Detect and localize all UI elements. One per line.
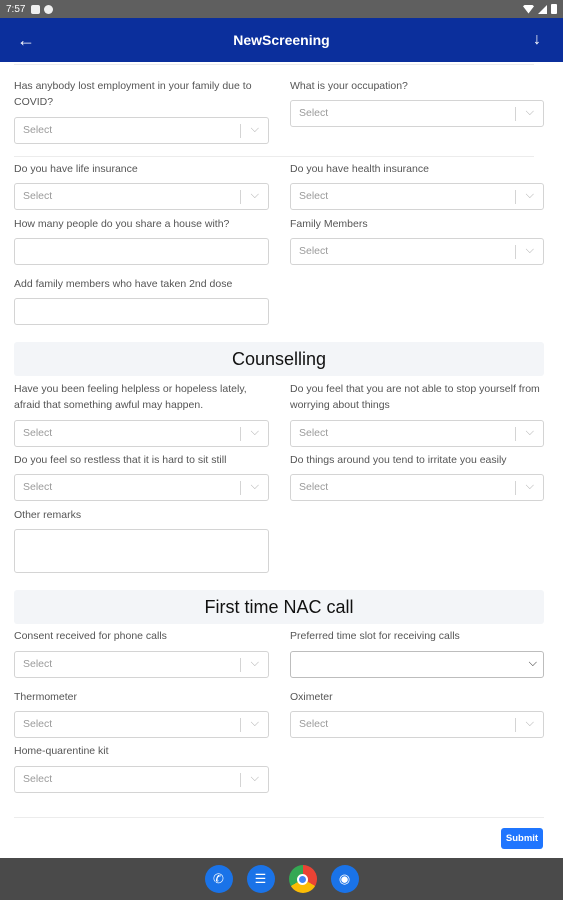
select-separator: [240, 481, 241, 495]
restless-label: Do you feel so restless that it is hard …: [14, 454, 227, 466]
chevron-down-icon: ⌵: [250, 123, 259, 135]
select-placeholder: Select: [23, 190, 53, 202]
time-slot-select[interactable]: ⌵: [290, 651, 544, 678]
select-placeholder: Select: [299, 245, 329, 257]
helpless-select[interactable]: Select ⌵: [14, 420, 269, 447]
life-insurance-label: Do you have life insurance: [14, 163, 138, 175]
chevron-down-icon: ⌵: [525, 244, 534, 256]
status-bar: 7:57: [0, 0, 563, 18]
occupation-label: What is your occupation?: [290, 80, 408, 92]
messages-app-icon[interactable]: ☰: [246, 865, 275, 893]
irritate-select[interactable]: Select ⌵: [290, 474, 544, 501]
irritate-label: Do things around you tend to irritate yo…: [290, 454, 507, 466]
signal-icon: [538, 4, 547, 14]
select-separator: [240, 718, 241, 732]
submit-button[interactable]: Submit: [501, 828, 543, 849]
chevron-down-icon: ⌵: [250, 480, 259, 492]
time-slot-label: Preferred time slot for receiving calls: [290, 630, 460, 642]
other-remarks-label: Other remarks: [14, 509, 82, 521]
select-separator: [515, 481, 516, 495]
thermometer-label: Thermometer: [14, 691, 78, 703]
share-house-input[interactable]: [14, 238, 269, 265]
navigation-dock: ✆ ☰ ◉: [0, 858, 563, 900]
select-placeholder: Select: [23, 481, 53, 493]
chevron-down-icon: ⌵: [250, 717, 259, 729]
select-separator: [515, 245, 516, 259]
back-arrow-icon[interactable]: ←: [14, 28, 38, 52]
select-placeholder: Select: [23, 718, 53, 730]
second-dose-label: Add family members who have taken 2nd do…: [14, 278, 233, 290]
select-placeholder: Select: [23, 658, 53, 670]
divider: [14, 64, 534, 65]
battery-icon: [551, 4, 557, 14]
worrying-select[interactable]: Select ⌵: [290, 420, 544, 447]
select-placeholder: Select: [299, 427, 329, 439]
other-remarks-textarea[interactable]: [14, 529, 269, 573]
page-title: NewScreening: [233, 32, 330, 48]
select-separator: [515, 190, 516, 204]
chevron-down-icon: ⌵: [250, 772, 259, 784]
home-kit-select[interactable]: Select ⌵: [14, 766, 269, 793]
select-separator: [240, 773, 241, 787]
select-separator: [240, 658, 241, 672]
divider: [14, 817, 544, 818]
consent-label: Consent received for phone calls: [14, 630, 167, 642]
phone-app-icon[interactable]: ✆: [204, 865, 233, 893]
wifi-icon: [523, 4, 534, 14]
select-placeholder: Select: [23, 773, 53, 785]
oximeter-select[interactable]: Select ⌵: [290, 711, 544, 738]
occupation-select[interactable]: Select ⌵: [290, 100, 544, 127]
select-separator: [515, 427, 516, 441]
thermometer-select[interactable]: Select ⌵: [14, 711, 269, 738]
select-separator: [240, 124, 241, 138]
home-kit-label: Home-quarentine kit: [14, 745, 109, 757]
message-notification-icon: [44, 4, 54, 14]
lost-employment-label: Has anybody lost employment in your fami…: [14, 80, 252, 108]
select-placeholder: Select: [299, 190, 329, 202]
family-members-label: Family Members: [290, 218, 368, 230]
consent-select[interactable]: Select ⌵: [14, 651, 269, 678]
download-arrow-icon[interactable]: ↓: [525, 28, 549, 52]
chevron-down-icon: ⌵: [528, 657, 537, 669]
app-bar: ← NewScreening ↓: [0, 18, 563, 62]
select-placeholder: Select: [299, 481, 329, 493]
select-placeholder: Select: [299, 107, 329, 119]
chevron-down-icon: ⌵: [525, 189, 534, 201]
camera-app-icon[interactable]: ◉: [330, 865, 359, 893]
divider: [14, 156, 534, 157]
health-insurance-label: Do you have health insurance: [290, 163, 429, 175]
chevron-down-icon: ⌵: [250, 657, 259, 669]
section-heading-counselling: Counselling: [14, 342, 544, 376]
select-placeholder: Select: [23, 427, 53, 439]
section-heading-nac-call: First time NAC call: [14, 590, 544, 624]
chevron-down-icon: ⌵: [525, 480, 534, 492]
chevron-down-icon: ⌵: [250, 189, 259, 201]
helpless-label: Have you been feeling helpless or hopele…: [14, 383, 247, 411]
lost-employment-select[interactable]: Select ⌵: [14, 117, 269, 144]
status-time: 7:57: [6, 3, 26, 15]
select-separator: [240, 190, 241, 204]
family-members-select[interactable]: Select ⌵: [290, 238, 544, 265]
worrying-label: Do you feel that you are not able to sto…: [290, 383, 540, 411]
chevron-down-icon: ⌵: [525, 717, 534, 729]
chevron-down-icon: ⌵: [525, 426, 534, 438]
chevron-down-icon: ⌵: [525, 106, 534, 118]
restless-select[interactable]: Select ⌵: [14, 474, 269, 501]
oximeter-label: Oximeter: [290, 691, 333, 703]
select-placeholder: Select: [23, 124, 53, 136]
select-separator: [240, 427, 241, 441]
life-insurance-select[interactable]: Select ⌵: [14, 183, 269, 210]
select-placeholder: Select: [299, 718, 329, 730]
chevron-down-icon: ⌵: [250, 426, 259, 438]
select-separator: [515, 107, 516, 121]
health-insurance-select[interactable]: Select ⌵: [290, 183, 544, 210]
select-separator: [515, 718, 516, 732]
notification-icon: [31, 4, 41, 14]
screening-form: Has anybody lost employment in your fami…: [0, 62, 563, 858]
second-dose-input[interactable]: [14, 298, 269, 325]
share-house-label: How many people do you share a house wit…: [14, 218, 230, 230]
chrome-app-icon[interactable]: [288, 865, 317, 893]
